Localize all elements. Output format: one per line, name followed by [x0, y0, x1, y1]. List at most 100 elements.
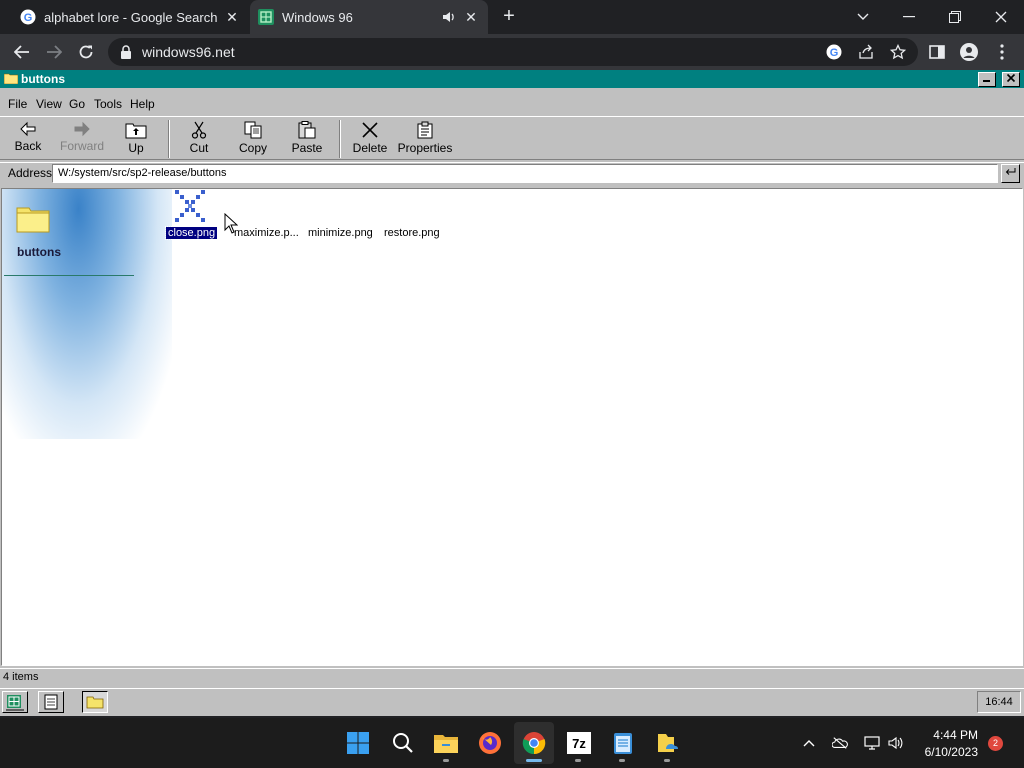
windows-taskbar: 7z 4:44 PM 6/10/2023 2 [0, 718, 1024, 768]
show-hidden-icons-chevron-icon[interactable] [801, 735, 817, 751]
close-button[interactable] [1002, 72, 1020, 87]
notification-badge[interactable]: 2 [988, 736, 1003, 751]
chrome-icon[interactable] [521, 730, 547, 756]
file-item[interactable]: close.png [164, 226, 219, 240]
forward-button[interactable]: Forward [57, 119, 107, 159]
close-tab-icon[interactable]: ✕ [224, 9, 240, 25]
cut-label: Cut [189, 141, 209, 155]
browser-tab-strip: G alphabet lore - Google Search ✕ Window… [0, 0, 1024, 34]
audio-playing-icon[interactable] [442, 10, 456, 24]
back-button[interactable]: Back [3, 119, 53, 159]
address-bar[interactable]: windows96.net G [108, 38, 918, 66]
start-windows-icon[interactable] [345, 730, 371, 756]
status-bar: 4 items [0, 668, 1024, 686]
taskbar-notepad-button[interactable] [38, 691, 64, 713]
back-arrow-icon [20, 121, 36, 137]
onedrive-offline-icon[interactable] [832, 735, 848, 751]
volume-icon[interactable] [888, 735, 904, 751]
new-tab-button[interactable]: + [500, 6, 518, 26]
file-item[interactable]: minimize.png [308, 227, 373, 239]
large-folder-icon [16, 207, 50, 233]
close-png-thumbnail[interactable] [172, 189, 208, 225]
properties-button[interactable]: Properties [397, 119, 453, 159]
profile-icon[interactable] [960, 43, 978, 61]
windows96-icon [258, 9, 274, 25]
sidebar-divider [4, 275, 134, 276]
more-menu-icon[interactable] [993, 43, 1011, 61]
folder-icon [86, 696, 104, 709]
firefox-icon[interactable] [477, 730, 503, 756]
svg-text:G: G [24, 12, 33, 24]
forward-arrow-icon [74, 121, 90, 137]
menu-tools[interactable]: Tools [94, 97, 122, 111]
up-folder-icon [125, 123, 147, 139]
paste-icon [298, 121, 316, 139]
url-text[interactable]: windows96.net [142, 44, 235, 60]
back-arrow-icon[interactable] [10, 40, 34, 64]
delete-button[interactable]: Delete [345, 119, 395, 159]
paste-label: Paste [291, 141, 323, 155]
start-button[interactable] [2, 691, 28, 713]
network-icon[interactable] [864, 735, 880, 751]
cut-button[interactable]: Cut [174, 119, 224, 159]
svg-text:G: G [830, 47, 839, 59]
bookmark-star-icon[interactable] [890, 44, 906, 60]
google-lens-icon[interactable]: G [826, 44, 842, 60]
address-row: Address W:/system/src/sp2-release/button… [0, 162, 1024, 184]
close-tab-icon[interactable]: ✕ [463, 9, 479, 25]
win96-taskbar: 16:44 [0, 688, 1024, 716]
onedrive-files-icon[interactable] [655, 730, 681, 756]
file-item[interactable]: restore.png [384, 227, 440, 239]
up-button[interactable]: Up [111, 119, 161, 159]
window-title: buttons [21, 72, 65, 86]
copy-icon [244, 121, 262, 139]
copy-button[interactable]: Copy [228, 119, 278, 159]
side-panel-icon[interactable] [928, 43, 946, 61]
tab-google-search[interactable]: G alphabet lore - Google Search [12, 0, 250, 34]
tab-title: Windows 96 [282, 9, 353, 25]
menu-go[interactable]: Go [69, 97, 85, 111]
delete-x-icon [362, 122, 378, 138]
7zip-icon[interactable]: 7z [566, 730, 592, 756]
close-window-button[interactable] [978, 0, 1024, 34]
file-list-pane[interactable]: buttons close.png maximize.p... minimize… [1, 188, 1023, 666]
enter-arrow-icon [1005, 168, 1016, 175]
file-item[interactable]: maximize.p... [234, 227, 299, 239]
properties-label: Properties [397, 141, 453, 155]
tab-title: alphabet lore - Google Search [44, 9, 218, 25]
folder-icon [4, 73, 18, 84]
share-icon[interactable] [858, 44, 874, 60]
running-indicator [526, 759, 542, 762]
explorer-window: buttons File View Go Tools Help Back For… [0, 70, 1024, 716]
forward-arrow-icon[interactable] [42, 40, 66, 64]
minimize-window-button[interactable] [886, 0, 932, 34]
menu-file[interactable]: File [8, 97, 27, 111]
running-indicator [664, 759, 670, 762]
notepad-icon[interactable] [610, 730, 636, 756]
paste-button[interactable]: Paste [282, 119, 332, 159]
menu-view[interactable]: View [36, 97, 62, 111]
search-icon[interactable] [390, 730, 416, 756]
forward-label: Forward [59, 139, 104, 153]
window-titlebar[interactable]: buttons [0, 70, 1024, 88]
browser-toolbar: windows96.net G [0, 34, 1024, 70]
menu-help[interactable]: Help [130, 97, 155, 111]
google-icon: G [20, 9, 36, 25]
back-label: Back [14, 139, 42, 153]
restore-window-button[interactable] [932, 0, 978, 34]
system-date[interactable]: 6/10/2023 [912, 745, 978, 759]
file-explorer-icon[interactable] [433, 730, 459, 756]
notepad-icon [44, 694, 58, 710]
tab-search-chevron-icon[interactable] [840, 0, 886, 34]
scissors-icon [191, 121, 207, 139]
minimize-button[interactable] [978, 72, 996, 87]
svg-text:7z: 7z [572, 736, 586, 751]
system-time[interactable]: 4:44 PM [918, 728, 978, 742]
toolbar-separator [339, 120, 341, 158]
address-input[interactable]: W:/system/src/sp2-release/buttons [52, 164, 998, 183]
lock-icon[interactable] [120, 45, 132, 59]
running-indicator [619, 759, 625, 762]
go-button[interactable] [1001, 164, 1020, 183]
reload-icon[interactable] [74, 40, 98, 64]
taskbar-explorer-button[interactable] [82, 691, 108, 713]
